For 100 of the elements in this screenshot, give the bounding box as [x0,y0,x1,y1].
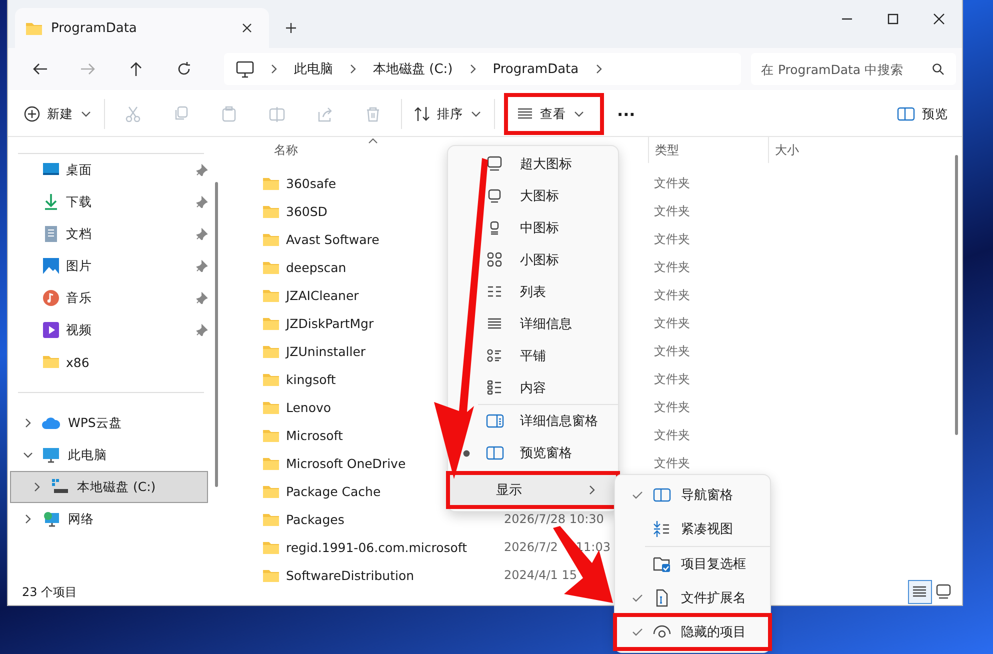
sidebar-item[interactable]: x86 [8,346,214,378]
file-name: Package Cache [286,484,381,498]
menu-item[interactable]: 大图标 [448,180,618,212]
folder-icon [262,203,280,219]
folder-icon [262,539,280,555]
drive-icon [51,478,69,496]
grid-icon [486,251,504,269]
sidebar-item[interactable]: 下载 [8,186,214,218]
view-button[interactable]: 查看 [505,94,603,134]
folder-icon [262,371,280,387]
menu-item[interactable]: 详细信息 [448,308,618,340]
clipboard-icon [221,106,237,122]
menu-item[interactable]: 中图标 [448,212,618,244]
tree-item[interactable]: 本地磁盘 (C:) [10,471,208,503]
menu-item[interactable]: 文件扩展名 [615,581,770,615]
file-name: kingsoft [286,372,336,386]
network-icon [42,510,60,528]
document-icon [42,225,60,243]
scrollbar[interactable] [955,155,958,435]
music-icon [42,289,60,307]
browser-tab[interactable]: ProgramData [15,8,269,48]
forward-arrow-icon [80,61,96,77]
file-type: 文件夹 [654,258,690,276]
breadcrumb[interactable]: 本地磁盘 (C:) [373,60,453,78]
search-icon [932,63,944,75]
breadcrumb[interactable]: ProgramData [492,62,579,76]
column-header[interactable]: 大小 [768,137,846,163]
file-type: 文件夹 [654,202,690,220]
sidebar-item[interactable]: 文档 [8,218,214,250]
folder-icon [25,20,43,36]
view-toggle-button[interactable] [908,580,932,604]
copy-icon [173,106,189,122]
tree-item[interactable]: 网络 [10,503,208,535]
picture-icon [42,257,60,275]
menu-item[interactable]: 紧凑视图 [615,512,770,546]
pane-icon [486,444,504,462]
sidebar-item[interactable]: 音乐 [8,282,214,314]
menu-item[interactable]: 内容 [448,372,618,404]
column-header[interactable]: 类型 [648,137,768,163]
scissors-icon [125,106,141,122]
tree-item[interactable]: 此电脑 [10,439,208,471]
back-arrow-icon [32,61,48,77]
folder-icon [262,455,280,471]
scrollbar[interactable] [215,182,218,487]
new-button[interactable]: 新建 [16,98,100,130]
share-icon [317,106,333,122]
sort-icon [414,106,430,122]
file-name: Packages [286,512,344,526]
monitor-icon [42,446,60,464]
file-type: 文件夹 [654,174,690,192]
pane-icon [486,412,504,430]
up-arrow-icon [128,61,144,77]
sidebar-item[interactable]: 图片 [8,250,214,282]
folder-icon [262,259,280,275]
monitor-icon [236,60,254,78]
file-type: 文件夹 [654,342,690,360]
file-name: SoftwareDistribution [286,568,414,582]
pane-icon [897,105,915,123]
menu-item[interactable]: 显示 [448,473,618,507]
folder-icon [262,483,280,499]
folder-icon [262,399,280,415]
folder-icon [262,343,280,359]
plus-icon [285,22,297,34]
file-name: 360safe [286,176,336,190]
video-icon [42,321,60,339]
breadcrumb[interactable]: 此电脑 [294,60,333,78]
file-name: JZUninstaller [286,344,366,358]
monitor-icon [935,583,953,601]
menu-item[interactable]: 项目复选框 [615,547,770,581]
folder-icon [262,315,280,331]
address-bar[interactable]: 此电脑 本地磁盘 (C:) ProgramData [224,53,741,85]
menu-item[interactable]: 超大图标 [448,148,618,180]
tree-item[interactable]: WPS云盘 [10,407,208,439]
modified-time: 11:03 [576,540,610,554]
folder-icon [262,567,280,583]
modified-date: 2026/7/28 10:30 [504,512,604,526]
sort-button[interactable]: 排序 [406,98,490,130]
modified-date: 2026/7/2 [504,540,558,554]
close-icon [933,13,945,25]
menu-item[interactable]: 列表 [448,276,618,308]
file-name: deepscan [286,260,346,274]
monitor-icon [486,155,504,173]
search-field[interactable]: 在 ProgramData 中搜索 [751,53,956,85]
file-type: 文件夹 [654,230,690,248]
more-button[interactable]: ··· [609,98,644,130]
menu-item[interactable]: 平铺 [448,340,618,372]
tab-title: ProgramData [51,20,138,36]
menu-item[interactable]: 隐藏的项目 [615,615,770,649]
menu-item[interactable]: 小图标 [448,244,618,276]
preview-button[interactable]: 预览 [889,98,956,130]
plus-circle-icon [24,106,40,122]
menu-item[interactable]: 导航窗格 [615,478,770,512]
folder-icon [262,511,280,527]
file-type: 文件夹 [654,286,690,304]
file-name: Microsoft OneDrive [286,456,406,470]
folder-checkbox-icon [653,555,671,573]
sidebar-item[interactable]: 桌面 [8,154,214,186]
trash-icon [365,106,381,122]
close-icon [241,22,253,34]
sidebar-item[interactable]: 视频 [8,314,214,346]
